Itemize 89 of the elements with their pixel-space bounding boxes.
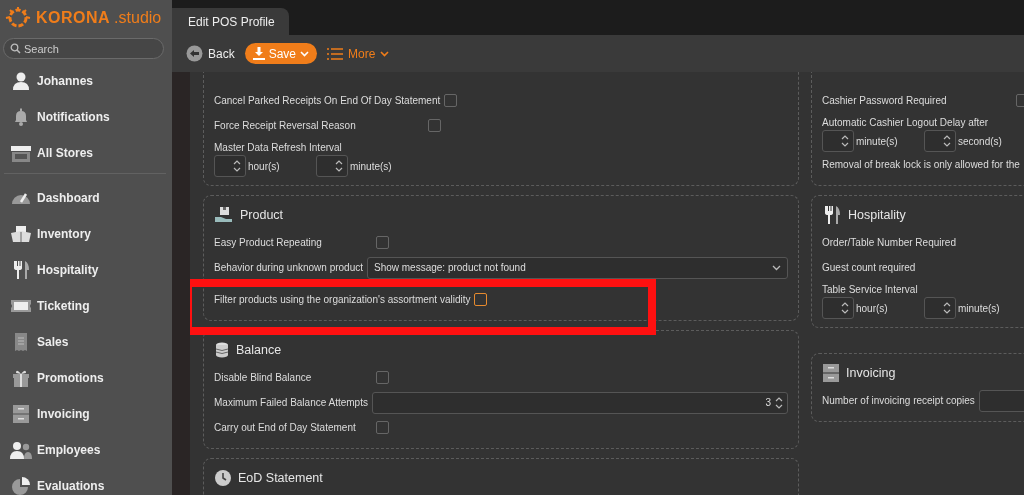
number-field[interactable] [822,130,854,152]
coins-icon [214,341,230,359]
person-icon [11,71,31,91]
number-field[interactable]: 3 [371,391,788,414]
caret-icon [380,50,390,57]
sidebar-item[interactable]: Employees [0,432,172,468]
number-field[interactable] [924,130,956,152]
sidebar-item[interactable]: All Stores [0,135,172,171]
chevron-icon [772,264,781,271]
section-title: Invoicing [846,366,896,380]
setting-label: Order/Table Number Required [822,237,956,248]
sidebar-item[interactable]: Promotions [0,360,172,396]
input-field[interactable] [978,389,1024,412]
unit-label: hour(s) [856,302,889,314]
fork-knife-icon [11,260,31,280]
pie-chart-icon [11,476,31,495]
back-button[interactable]: Back [186,45,235,62]
setting-label: Removal of break lock is only allowed for the [822,159,1020,170]
setting-label: Force Receipt Reversal Reason [214,120,357,131]
sidebar-item[interactable]: Ticketing [0,288,172,324]
checkbox[interactable] [428,119,441,132]
setting-label: Number of invoicing receipt copies [822,395,975,406]
stepper-icon [841,134,849,148]
setting-label: Disable Blind Balance [214,372,313,383]
list-icon [327,47,344,60]
caret-icon [300,50,310,57]
checkbox[interactable] [376,421,389,434]
number-field[interactable] [316,155,348,177]
unit-label: minute(s) [856,135,899,147]
stepper-icon [943,134,951,148]
logo-brand: KORONA [36,9,111,27]
setting-label: Master Data Refresh Interval [214,142,342,153]
gift-icon [11,368,31,388]
setting-label: Carry out End of Day Statement [214,422,357,433]
cabinet-icon [822,363,840,383]
section-title: EoD Statement [238,471,323,485]
sidebar-item[interactable]: Sales [0,324,172,360]
download-icon [252,47,265,60]
box-on-hand-icon [214,206,234,224]
checkbox[interactable] [376,236,389,249]
checkbox[interactable] [444,94,458,107]
number-field[interactable] [822,297,854,319]
section-title: Balance [236,343,282,357]
sidebar-item[interactable]: Notifications [0,99,172,135]
receipt-icon [13,332,29,352]
sidebar-item[interactable]: Evaluations [0,468,172,495]
setting-label: Easy Product Repeating [214,237,323,248]
tab[interactable]: Edit POS Profile [172,8,289,35]
dropdown[interactable]: Show message: product not found [367,256,788,279]
setting-label: Guest count required [822,262,916,273]
setting-label: Cashier Password Required [822,95,948,106]
sidebar-item[interactable]: Johannes [0,63,172,99]
unit-label: minute(s) [958,302,1001,314]
sidebar-item[interactable]: Invoicing [0,396,172,432]
search-field[interactable]: Search [3,38,164,59]
checkbox[interactable] [474,293,488,306]
section-title: Product [240,208,284,222]
stepper-icon [943,301,951,315]
sidebar-item[interactable]: Inventory [0,216,172,252]
setting-label: Maximum Failed Balance Attempts [214,397,368,408]
setting-label: Filter products using the organization's assortment validity [214,294,471,305]
setting-label: Automatic Cashier Logout Delay after [822,117,989,128]
clock-icon [214,469,232,487]
logo-suffix: .studio [114,9,162,27]
number-field[interactable] [214,155,246,177]
store-icon [10,143,32,163]
number-field[interactable] [924,297,956,319]
cabinet-icon [12,404,30,424]
stepper-icon [841,301,849,315]
unit-label: second(s) [958,135,1003,147]
more-button[interactable]: More [327,46,390,61]
setting-label: Table Service Interval [822,284,918,295]
sidebar-item[interactable]: Dashboard [0,180,172,216]
stepper-icon [233,159,241,173]
setting-label: Cancel Parked Receipts On End Of Day Statement [214,95,441,106]
fork-knife-icon [822,205,842,225]
logo-icon [4,6,32,30]
stepper-icon [775,395,783,410]
checkbox[interactable] [376,371,389,384]
unit-label: minute(s) [350,160,393,172]
stepper-icon [335,159,343,173]
ticket-icon [10,298,32,314]
sidebar-item[interactable]: Hospitality [0,252,172,288]
section-title: Hospitality [848,208,906,222]
search-icon [10,43,21,54]
boxes-icon [10,224,32,244]
unit-label: hour(s) [248,160,281,172]
people-icon [9,440,33,460]
setting-label: Behavior during unknown product [214,262,363,273]
